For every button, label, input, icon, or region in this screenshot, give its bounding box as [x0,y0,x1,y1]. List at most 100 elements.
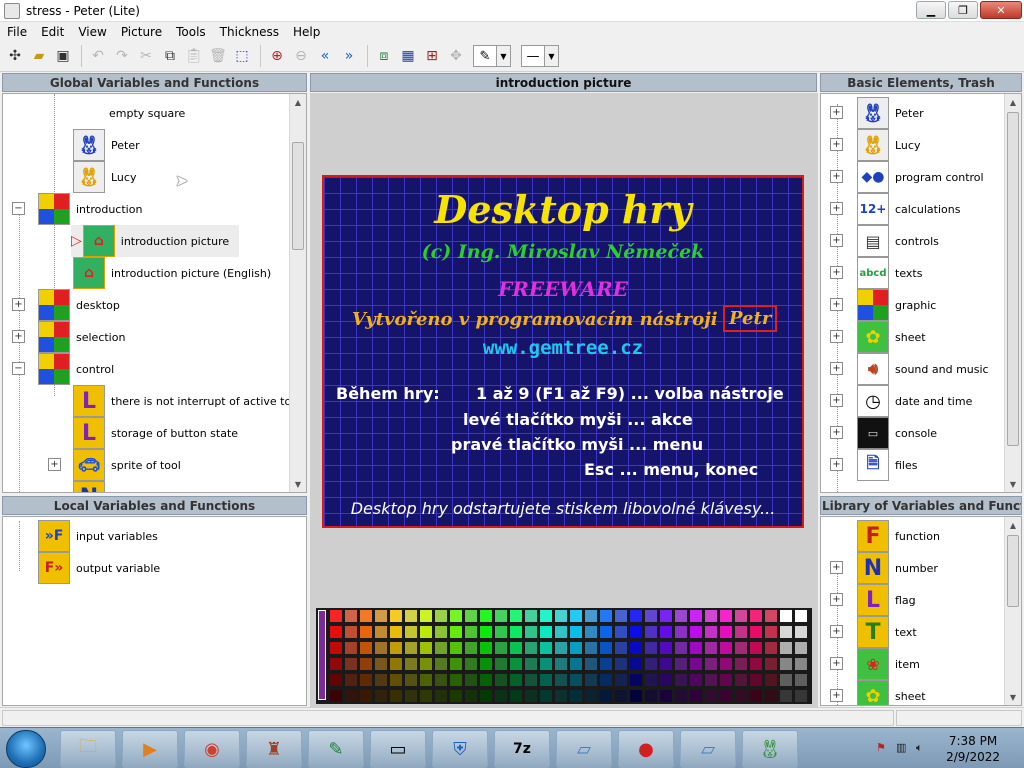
color-swatch[interactable] [375,674,387,686]
color-swatch[interactable] [390,690,402,702]
color-swatch[interactable] [450,658,462,670]
color-swatch[interactable] [690,610,702,622]
color-swatch[interactable] [645,674,657,686]
color-swatch[interactable] [345,658,357,670]
console-taskbar-icon[interactable]: ▭ [370,730,426,768]
color-swatch[interactable] [495,626,507,638]
tree-item[interactable]: »F input variables [38,520,158,552]
color-swatch[interactable] [750,642,762,654]
menu-thickness[interactable]: Thickness [213,25,286,39]
color-swatch[interactable] [780,674,792,686]
tree-item[interactable]: 🔊︎ sound and music [857,353,989,385]
color-swatch[interactable] [615,626,627,638]
clock[interactable]: 7:38 PM 2/9/2022 [946,733,1000,765]
color-swatch[interactable] [555,658,567,670]
tree-item[interactable]: 🐰︎ Lucy [73,161,136,193]
color-swatch[interactable] [375,690,387,702]
color-swatch[interactable] [480,626,492,638]
color-swatch[interactable] [510,642,522,654]
redo-icon[interactable]: ↷ [111,45,133,67]
color-swatch[interactable] [330,658,342,670]
color-swatch[interactable] [765,658,777,670]
color-swatch[interactable] [540,626,552,638]
color-swatch[interactable] [510,658,522,670]
explorer-taskbar-icon[interactable]: 🗀 [60,730,116,768]
color-swatch[interactable] [615,610,627,622]
library-tree[interactable]: F function + N number + L flag + T text … [820,516,1022,706]
fill-icon[interactable]: ✥ [445,45,467,67]
color-swatch[interactable] [780,658,792,670]
color-swatch[interactable] [585,674,597,686]
color-swatch[interactable] [660,658,672,670]
tree-item[interactable]: ▭ console [857,417,937,449]
tree-item[interactable]: N [73,481,105,492]
color-swatch[interactable] [675,642,687,654]
tree-item[interactable]: graphic [857,289,936,321]
tree-item[interactable]: N number [857,552,938,584]
basic-scrollbar[interactable]: ▲ ▼ [1004,94,1021,492]
tree-item[interactable]: ◆● program control [857,161,984,193]
color-swatch[interactable] [405,626,417,638]
color-swatch[interactable] [495,658,507,670]
color-swatch[interactable] [345,690,357,702]
color-swatch[interactable] [585,626,597,638]
color-swatch[interactable] [390,610,402,622]
color-swatch[interactable] [480,658,492,670]
color-swatch[interactable] [705,674,717,686]
history-forward-icon[interactable]: » [338,45,360,67]
color-swatch[interactable] [795,642,807,654]
color-swatch[interactable] [735,626,747,638]
color-swatch[interactable] [465,610,477,622]
color-swatch[interactable] [390,626,402,638]
color-swatch[interactable] [345,674,357,686]
color-swatch[interactable] [780,626,792,638]
cut-icon[interactable]: ✂ [135,45,157,67]
color-swatch[interactable] [375,610,387,622]
color-swatch[interactable] [675,626,687,638]
color-swatch[interactable] [645,642,657,654]
color-swatch[interactable] [735,658,747,670]
color-swatch[interactable] [540,642,552,654]
notepad-taskbar-icon[interactable]: ▱ [556,730,612,768]
color-swatch[interactable] [360,642,372,654]
expand-graphic[interactable]: + [830,298,843,311]
color-swatch[interactable] [795,658,807,670]
expand-files[interactable]: + [830,458,843,471]
tree-item[interactable]: ⌂ introduction picture (English) [73,257,271,289]
color-palette[interactable] [316,608,812,704]
color-swatch[interactable] [420,626,432,638]
color-swatch[interactable] [390,674,402,686]
network-tray-icon[interactable]: ▥ [896,741,910,755]
copy-icon[interactable]: ⧉ [159,45,181,67]
tree-item[interactable]: ❀ item [857,648,920,680]
color-swatch[interactable] [690,690,702,702]
color-swatch[interactable] [330,626,342,638]
tree-item[interactable]: empty square [73,97,185,129]
color-swatch[interactable] [435,690,447,702]
color-swatch[interactable] [795,674,807,686]
volume-tray-icon[interactable]: 🔈︎ [916,741,930,755]
color-swatch[interactable] [765,690,777,702]
color-swatch[interactable] [645,690,657,702]
color-swatch[interactable] [600,690,612,702]
edit-grid-icon[interactable]: ⊞ [421,45,443,67]
color-swatch[interactable] [555,690,567,702]
color-swatch[interactable] [450,674,462,686]
global-tree[interactable]: empty square 🐰︎ Peter 🐰︎ Lucy − introduc… [2,93,307,493]
color-swatch[interactable] [735,642,747,654]
color-swatch[interactable] [495,690,507,702]
color-swatch[interactable] [795,690,807,702]
expand-lucy[interactable]: + [830,138,843,151]
color-swatch[interactable] [420,690,432,702]
color-swatch[interactable] [720,610,732,622]
color-swatch[interactable] [405,674,417,686]
color-swatch[interactable] [510,674,522,686]
color-swatch[interactable] [645,626,657,638]
color-swatch[interactable] [435,658,447,670]
color-swatch[interactable] [540,610,552,622]
color-swatch[interactable] [765,674,777,686]
color-swatch[interactable] [435,642,447,654]
color-swatch[interactable] [675,610,687,622]
color-swatch[interactable] [540,690,552,702]
color-swatch[interactable] [615,658,627,670]
